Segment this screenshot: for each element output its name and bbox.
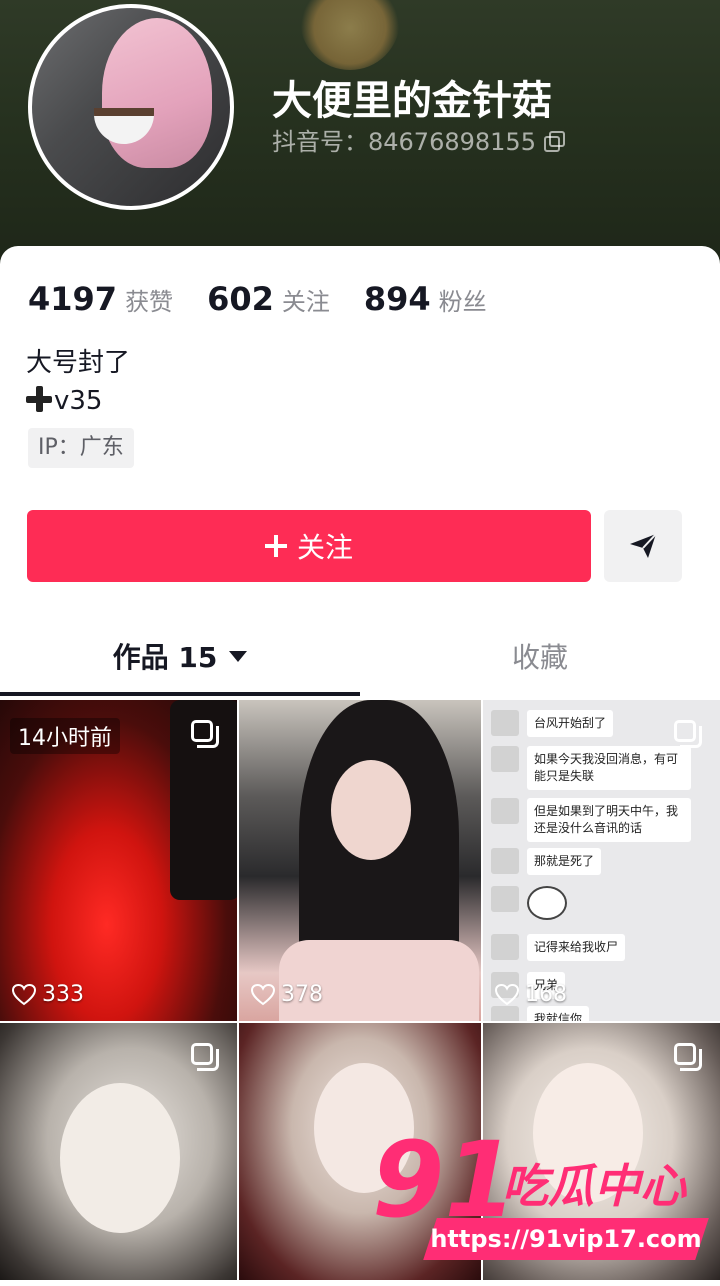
- chat-sticker-icon: [527, 886, 567, 920]
- stat-following[interactable]: 602 关注: [207, 280, 330, 318]
- avatar-figure: [102, 18, 212, 168]
- video-thumbnail[interactable]: 台风开始刮了 如果今天我没回消息，有可能只是失联 但是如果到了明天中午，我还是没…: [483, 700, 720, 1021]
- watermark-url-banner: https://91vip17.com: [423, 1218, 709, 1260]
- chat-bubble: 记得来给我收尸: [527, 934, 626, 961]
- chat-bubble: 台风开始刮了: [527, 710, 614, 737]
- chat-bubble: 但是如果到了明天中午，我还是没什么音讯的话: [527, 798, 691, 842]
- chat-avatar: [491, 1006, 519, 1021]
- heart-icon: [251, 983, 275, 1005]
- chat-row: 但是如果到了明天中午，我还是没什么音讯的话: [491, 798, 691, 842]
- gallery-icon: [191, 720, 219, 748]
- douyin-id-row[interactable]: 抖音号：84676898155: [272, 122, 565, 157]
- watermark-text: 吃瓜中心: [502, 1159, 686, 1213]
- bio-line-2: v35: [26, 382, 130, 420]
- gallery-icon: [674, 1043, 702, 1071]
- gallery-icon: [191, 1043, 219, 1071]
- chat-row: 台风开始刮了: [491, 710, 614, 737]
- stat-following-label: 关注: [281, 288, 330, 316]
- douyin-id-text: 抖音号：84676898155: [272, 128, 536, 156]
- profile-nickname: 大便里的金针菇: [272, 78, 552, 124]
- thumbnail-face: [331, 760, 411, 860]
- header-background-art: [300, 0, 400, 70]
- post-time-badge: 14小时前: [10, 718, 120, 754]
- ip-location-tag: IP：广东: [28, 428, 134, 468]
- chat-row: 我就信你: [491, 1006, 590, 1021]
- video-likes-count: 378: [281, 982, 323, 1007]
- chat-avatar: [491, 848, 519, 874]
- plus-icon: [264, 535, 287, 557]
- chat-bubble: 如果今天我没回消息，有可能只是失联: [527, 746, 691, 790]
- video-likes: 333: [12, 982, 84, 1007]
- bio-line-2-text: v35: [54, 386, 103, 416]
- chat-avatar: [491, 710, 519, 736]
- heart-icon: [495, 983, 519, 1005]
- video-thumbnail[interactable]: [0, 1023, 237, 1280]
- video-likes-count: 333: [42, 982, 84, 1007]
- chat-avatar: [491, 934, 519, 960]
- chat-row: 那就是死了: [491, 848, 602, 875]
- chat-bubble: 我就信你: [527, 1006, 590, 1021]
- tab-works[interactable]: 作品 15: [0, 616, 360, 696]
- plus-emoji-icon: [26, 386, 52, 412]
- profile-stats: 4197 获赞 602 关注 894 粉丝: [28, 280, 487, 318]
- chat-avatar: [491, 798, 519, 824]
- chat-row: 如果今天我没回消息，有可能只是失联: [491, 746, 691, 790]
- profile-bio: 大号封了 v35: [26, 344, 130, 420]
- follow-button-label: 关注: [296, 531, 353, 564]
- chat-row: [491, 886, 567, 920]
- active-tab-indicator: [0, 692, 360, 696]
- tab-collection[interactable]: 收藏: [360, 616, 720, 696]
- tab-works-label: 作品 15: [112, 641, 218, 674]
- watermark-url: https://91vip17.com: [430, 1225, 702, 1253]
- thumbnail-outfit: [279, 940, 479, 1021]
- tab-collection-label: 收藏: [511, 641, 568, 674]
- share-button[interactable]: [604, 510, 682, 582]
- thumbnail-face: [60, 1083, 180, 1233]
- content-tabs: 作品 15 收藏: [0, 616, 720, 700]
- follow-button[interactable]: 关注: [27, 510, 591, 582]
- stat-likes-value: 4197: [28, 280, 118, 318]
- video-thumbnail[interactable]: 14小时前 333: [0, 700, 237, 1021]
- caret-down-icon: [229, 650, 248, 662]
- watermark-number: 91: [372, 1119, 517, 1241]
- send-icon: [630, 533, 657, 558]
- chat-bubble: 那就是死了: [527, 848, 602, 875]
- stat-followers[interactable]: 894 粉丝: [364, 280, 487, 318]
- video-likes-count: 168: [525, 982, 567, 1007]
- avatar[interactable]: [28, 4, 234, 210]
- video-likes: 168: [495, 982, 567, 1007]
- video-likes: 378: [251, 982, 323, 1007]
- heart-icon: [12, 983, 36, 1005]
- video-thumbnail[interactable]: 378: [239, 700, 481, 1021]
- chat-avatar: [491, 746, 519, 772]
- watermark-logo: 91 吃瓜中心 https://91vip17.com: [372, 1128, 712, 1268]
- copy-icon[interactable]: [543, 130, 565, 152]
- chat-row: 记得来给我收尸: [491, 934, 626, 961]
- bio-line-1: 大号封了: [26, 348, 131, 378]
- gallery-icon: [674, 720, 702, 748]
- stat-following-value: 602: [207, 280, 274, 318]
- stat-followers-value: 894: [363, 280, 431, 318]
- stat-likes-label: 获赞: [125, 288, 174, 316]
- profile-header-background: 大便里的金针菇 抖音号：84676898155: [0, 0, 720, 270]
- chat-avatar: [491, 886, 519, 912]
- stat-followers-label: 粉丝: [438, 288, 487, 316]
- stat-likes[interactable]: 4197 获赞: [28, 280, 173, 318]
